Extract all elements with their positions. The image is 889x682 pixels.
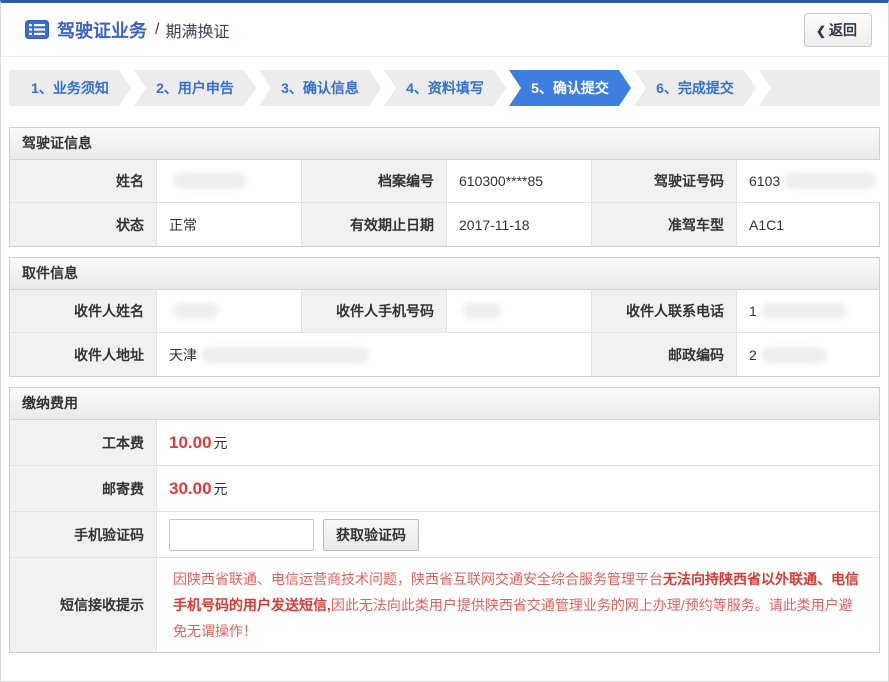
value-work-fee: 10.00元 [157,420,879,465]
back-button-label: 返回 [829,22,857,38]
section-title-fees: 缴纳费用 [10,388,879,420]
label-postage-fee: 邮寄费 [10,466,157,511]
form-list-icon [25,20,49,39]
postage-fee-unit: 元 [214,479,228,499]
get-sms-code-button[interactable]: 获取验证码 [323,519,419,551]
label-name: 姓名 [10,160,157,202]
table-row: 邮寄费 30.00元 [10,466,879,512]
label-license-no: 驾驶证号码 [592,160,737,202]
redaction-blur [784,173,876,189]
footer-actions: 上一步 完成 [1,663,888,682]
section-title-pickup: 取件信息 [10,258,879,290]
section-license-info: 驾驶证信息 姓名 档案编号 610300****85 驾驶证号码 6103 状态… [9,127,880,247]
sms-tip-text: 因陕西省联通、电信运营商技术问题，陕西省互联网交通安全综合服务管理平台无法向持陕… [169,564,867,646]
step-tab-5-active[interactable]: 5、确认提交 [509,70,631,106]
section-title-license: 驾驶证信息 [10,128,879,160]
section-fees: 缴纳费用 工本费 10.00元 邮寄费 30.00元 手机验证码 获取验证码 短… [9,387,880,653]
label-file-no: 档案编号 [302,160,447,202]
step-tabs: 1、业务须知 2、用户申告 3、确认信息 4、资料填写 5、确认提交 6、完成提… [9,70,880,106]
work-fee-unit: 元 [214,433,228,453]
redaction-blur [173,303,219,319]
redaction-blur [173,173,247,189]
label-status: 状态 [10,203,157,246]
back-button[interactable]: ❮返回 [804,13,872,47]
label-sms-code: 手机验证码 [10,512,157,557]
page: 驾驶证业务 / 期满换证 ❮返回 1、业务须知 2、用户申告 3、确认信息 4、… [0,0,889,682]
breadcrumb-separator: / [155,21,159,39]
sms-code-input[interactable] [169,519,314,551]
value-recipient-phone: 1 [737,290,879,332]
label-vehicle-type: 准驾车型 [592,203,737,246]
redaction-blur [761,303,847,319]
value-license-no: 6103 [737,160,888,202]
step-tab-6[interactable]: 6、完成提交 [634,70,756,106]
step-tab-2[interactable]: 2、用户申告 [134,70,256,106]
table-row: 手机验证码 获取验证码 [10,512,879,558]
sms-tip-cell: 因陕西省联通、电信运营商技术问题，陕西省互联网交通安全综合服务管理平台无法向持陕… [157,558,879,652]
value-valid-until: 2017-11-18 [447,203,592,246]
work-fee-amount: 10.00 [169,433,212,453]
postage-fee-amount: 30.00 [169,479,212,499]
label-recipient-phone: 收件人联系电话 [592,290,737,332]
header: 驾驶证业务 / 期满换证 ❮返回 [1,3,888,57]
value-postal-code: 2 [737,333,879,376]
section-pickup-info: 取件信息 收件人姓名 收件人手机号码 收件人联系电话 1 收件人地址 天津 邮政… [9,257,880,377]
value-vehicle-type: A1C1 [737,203,879,246]
value-status: 正常 [157,203,302,246]
sms-code-cell: 获取验证码 [157,512,879,557]
table-row: 收件人姓名 收件人手机号码 收件人联系电话 1 [10,290,879,333]
step-tab-4[interactable]: 4、资料填写 [384,70,506,106]
step-tab-3[interactable]: 3、确认信息 [259,70,381,106]
table-row: 短信接收提示 因陕西省联通、电信运营商技术问题，陕西省互联网交通安全综合服务管理… [10,558,879,652]
page-title: 驾驶证业务 [57,17,147,43]
label-valid-until: 有效期止日期 [302,203,447,246]
breadcrumb-current: 期满换证 [165,18,229,42]
table-row: 收件人地址 天津 邮政编码 2 [10,333,879,376]
step-tabs-filler [759,70,880,106]
label-recipient-name: 收件人姓名 [10,290,157,332]
value-recipient-mobile [447,290,592,332]
label-postal-code: 邮政编码 [592,333,737,376]
value-postage-fee: 30.00元 [157,466,879,511]
value-recipient-address: 天津 [157,333,592,376]
label-recipient-address: 收件人地址 [10,333,157,376]
redaction-blur [201,347,369,363]
step-tab-1[interactable]: 1、业务须知 [9,70,131,106]
label-recipient-mobile: 收件人手机号码 [302,290,447,332]
table-row: 姓名 档案编号 610300****85 驾驶证号码 6103 [10,160,879,203]
label-sms-tip: 短信接收提示 [10,558,157,652]
redaction-blur [761,347,827,363]
value-file-no: 610300****85 [447,160,592,202]
value-name [157,160,302,202]
redaction-blur [463,303,501,319]
table-row: 状态 正常 有效期止日期 2017-11-18 准驾车型 A1C1 [10,203,879,246]
table-row: 工本费 10.00元 [10,420,879,466]
label-work-fee: 工本费 [10,420,157,465]
value-recipient-name [157,290,302,332]
chevron-left-icon: ❮ [816,24,826,38]
